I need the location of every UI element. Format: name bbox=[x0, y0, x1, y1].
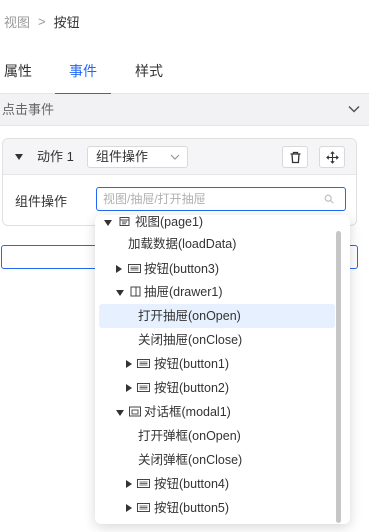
tab-styles[interactable]: 样式 bbox=[135, 52, 163, 94]
breadcrumb: 视图 > 按钮 bbox=[4, 12, 80, 31]
expand-caret-icon[interactable] bbox=[126, 504, 132, 512]
tab-properties[interactable]: 属性 bbox=[4, 52, 32, 94]
tree-node-modal1[interactable]: 对话框(modal1) bbox=[99, 400, 335, 424]
action-label: 动作 1 bbox=[37, 149, 74, 164]
tree-node-close-modal[interactable]: 关闭弹框(onClose) bbox=[99, 448, 335, 472]
button-icon bbox=[137, 359, 150, 368]
breadcrumb-parent[interactable]: 视图 bbox=[4, 12, 30, 31]
breadcrumb-current: 按钮 bbox=[53, 15, 80, 30]
expand-caret-icon[interactable] bbox=[126, 480, 132, 488]
tree-node-button3[interactable]: 按钮(button3) bbox=[99, 257, 335, 281]
trash-icon bbox=[290, 151, 301, 164]
chevron-down-icon bbox=[170, 154, 180, 160]
tree-node-label: 打开弹框(onOpen) bbox=[138, 429, 241, 443]
button-icon bbox=[137, 479, 150, 488]
tree-node-label: 按钮(button5) bbox=[154, 501, 230, 515]
tree-node-label: 关闭抽屉(onClose) bbox=[138, 333, 243, 347]
expand-caret-icon[interactable] bbox=[126, 360, 132, 368]
expand-caret-icon[interactable] bbox=[126, 384, 132, 392]
expand-caret-icon[interactable] bbox=[104, 220, 112, 226]
section-label: 点击事件 bbox=[2, 102, 55, 117]
tree-node-button4[interactable]: 按钮(button4) bbox=[99, 472, 335, 496]
expand-caret-icon[interactable] bbox=[116, 265, 122, 273]
search-icon bbox=[324, 194, 334, 204]
tree-node-label: 按钮(button4) bbox=[154, 477, 230, 491]
action-card-header: 动作 1 组件操作 bbox=[3, 139, 356, 175]
tree-node-open-drawer[interactable]: 打开抽屉(onOpen) bbox=[99, 304, 335, 328]
drawer-icon bbox=[130, 286, 141, 297]
move-action-button[interactable] bbox=[319, 146, 345, 168]
tab-events[interactable]: 事件 bbox=[55, 52, 111, 95]
button-icon bbox=[128, 264, 141, 273]
tree-node-label: 按钮(button1) bbox=[154, 357, 230, 371]
component-operation-label: 组件操作 bbox=[15, 194, 68, 209]
action-type-value: 组件操作 bbox=[96, 149, 149, 164]
button-icon bbox=[137, 383, 150, 392]
move-icon bbox=[326, 151, 339, 164]
tree-node-label: 加载数据(loadData) bbox=[128, 237, 237, 251]
expand-caret-icon[interactable] bbox=[116, 410, 124, 416]
dropdown-scrollbar[interactable] bbox=[336, 231, 341, 523]
button-icon bbox=[137, 503, 150, 512]
tree-node-label: 抽屉(drawer1) bbox=[144, 285, 223, 299]
action-type-select[interactable]: 组件操作 bbox=[87, 146, 188, 168]
tree-node-open-modal[interactable]: 打开弹框(onOpen) bbox=[99, 424, 335, 448]
tree-node-button5[interactable]: 按钮(button5) bbox=[99, 496, 335, 520]
tree-node-label: 关闭弹框(onClose) bbox=[138, 453, 243, 467]
breadcrumb-separator: > bbox=[38, 14, 46, 29]
tree-node-label: 打开抽屉(onOpen) bbox=[138, 309, 241, 323]
tree-node-label: 按钮(button2) bbox=[154, 381, 230, 395]
component-operation-field[interactable] bbox=[96, 187, 346, 211]
tree-node-label: 对话框(modal1) bbox=[144, 405, 231, 419]
tree-node-close-drawer[interactable]: 关闭抽屉(onClose) bbox=[99, 328, 335, 352]
page-icon bbox=[119, 217, 130, 226]
collapse-caret-icon[interactable] bbox=[15, 154, 23, 160]
tab-bar: 属性 事件 样式 bbox=[0, 52, 369, 95]
chevron-down-icon[interactable] bbox=[347, 102, 361, 116]
tree-node-button2[interactable]: 按钮(button2) bbox=[99, 376, 335, 400]
component-operation-input[interactable] bbox=[103, 188, 321, 210]
expand-caret-icon[interactable] bbox=[116, 290, 124, 296]
click-event-section-header[interactable]: 点击事件 bbox=[0, 94, 369, 126]
tree-node-label: 按钮(button3) bbox=[144, 262, 220, 276]
tree-node-button1[interactable]: 按钮(button1) bbox=[99, 352, 335, 376]
delete-action-button[interactable] bbox=[282, 146, 308, 168]
dialog-icon bbox=[129, 406, 141, 417]
action-card: 动作 1 组件操作 组件操作 bbox=[2, 138, 357, 226]
tree-node-load-data[interactable]: 加载数据(loadData) bbox=[99, 232, 335, 256]
tree-node-drawer1[interactable]: 抽屉(drawer1) bbox=[99, 280, 335, 304]
component-tree-dropdown: 视图(page1) 加载数据(loadData) 按钮(button3) 抽屉(… bbox=[95, 215, 350, 524]
